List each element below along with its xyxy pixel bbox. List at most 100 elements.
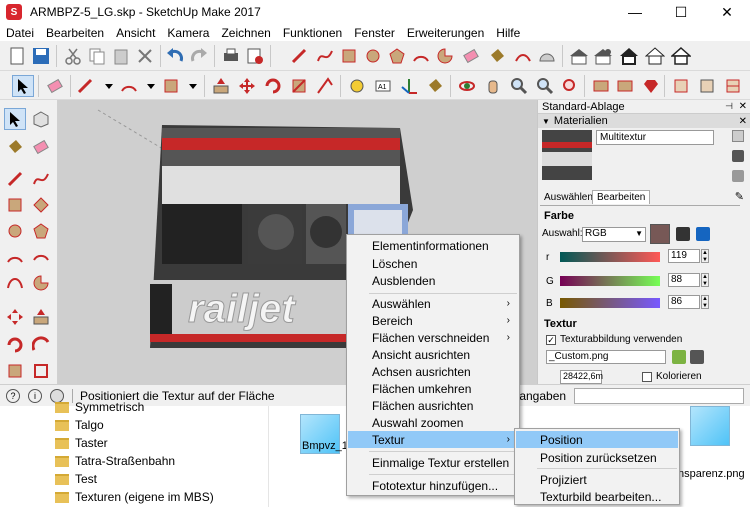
- rotated-rect-tool-icon[interactable]: [30, 194, 52, 216]
- menu-item-flaechen-verschneiden[interactable]: Flächen verschneiden ›: [348, 329, 518, 346]
- menu-item-einmalige-textur[interactable]: Einmalige Textur erstellen: [348, 454, 518, 471]
- rotate-icon[interactable]: [262, 75, 284, 97]
- menu-funktionen[interactable]: Funktionen: [277, 26, 348, 40]
- orbit-icon[interactable]: [456, 75, 478, 97]
- menu-fenster[interactable]: Fenster: [348, 26, 401, 40]
- folder-item[interactable]: Tatra-Straßenbahn: [55, 452, 175, 470]
- share-model-icon[interactable]: [592, 45, 614, 67]
- line-tool-icon[interactable]: [74, 75, 96, 97]
- measurements-input[interactable]: [574, 388, 744, 404]
- r-spinner[interactable]: ▲ ▼: [701, 249, 709, 263]
- folder-item[interactable]: Talgo: [55, 416, 104, 434]
- polygon-tool-icon[interactable]: [30, 220, 52, 242]
- shape-tool-icon[interactable]: [160, 75, 182, 97]
- collapse-arrow-icon[interactable]: ▼: [542, 117, 550, 126]
- section-cut-icon[interactable]: [722, 75, 744, 97]
- tape-measure-icon[interactable]: [346, 75, 368, 97]
- shape-dropdown-icon[interactable]: [182, 75, 204, 97]
- menu-erweiterungen[interactable]: Erweiterungen: [401, 26, 490, 40]
- submenu-item-position-zuruecksetzen[interactable]: Position zurücksetzen: [516, 449, 678, 466]
- three-point-arc-icon[interactable]: [4, 272, 26, 294]
- minimize-button[interactable]: —: [612, 0, 658, 24]
- menu-item-textur[interactable]: Textur ›: [348, 431, 518, 448]
- zoom-icon[interactable]: [508, 75, 530, 97]
- push-pull-icon[interactable]: [210, 75, 232, 97]
- component-icon[interactable]: [30, 108, 52, 130]
- paint-tool-icon[interactable]: [424, 75, 446, 97]
- zoom-extents-icon[interactable]: [558, 75, 580, 97]
- paint-bucket-icon[interactable]: [486, 45, 508, 67]
- menu-item-elementinformationen[interactable]: Elementinformationen: [348, 237, 518, 254]
- menu-ansicht[interactable]: Ansicht: [110, 26, 161, 40]
- section-close-icon[interactable]: ✕: [739, 116, 747, 127]
- b-slider[interactable]: [560, 298, 660, 308]
- offset-tool-icon[interactable]: [30, 360, 52, 382]
- follow-me-icon[interactable]: [30, 334, 52, 356]
- select-arrow-icon[interactable]: [12, 75, 34, 97]
- menu-item-auswahl-zoomen[interactable]: Auswahl zoomen: [348, 414, 518, 431]
- polygon-icon[interactable]: [386, 45, 408, 67]
- menu-item-flaechen-umkehren[interactable]: Flächen umkehren: [348, 380, 518, 397]
- freehand-icon[interactable]: [314, 45, 336, 67]
- menu-datei[interactable]: Datei: [0, 26, 40, 40]
- next-view-icon[interactable]: [614, 75, 636, 97]
- rectangle-icon[interactable]: [338, 45, 360, 67]
- pan-icon[interactable]: [482, 75, 504, 97]
- r-value-field[interactable]: 119: [668, 249, 700, 263]
- material-name-input[interactable]: [596, 130, 714, 145]
- paint-bucket-tool-icon[interactable]: [4, 136, 26, 158]
- text-tool-icon[interactable]: A1: [372, 75, 394, 97]
- tab-auswaehlen[interactable]: Auswählen: [544, 192, 593, 203]
- ruby-icon[interactable]: [640, 75, 662, 97]
- pie-tool-icon[interactable]: [30, 272, 52, 294]
- submenu-item-projiziert[interactable]: Projiziert: [516, 471, 678, 488]
- b-spinner[interactable]: ▲ ▼: [701, 295, 709, 309]
- folder-item[interactable]: Test: [55, 470, 97, 488]
- sample-paint-icon[interactable]: [732, 150, 744, 162]
- menu-item-bereich[interactable]: Bereich ›: [348, 312, 518, 329]
- section-display-icon[interactable]: [696, 75, 718, 97]
- use-texture-checkbox[interactable]: ✓: [546, 335, 556, 345]
- zoom-window-icon[interactable]: [534, 75, 556, 97]
- color-swatch[interactable]: [650, 224, 670, 244]
- section-plane-icon[interactable]: [670, 75, 692, 97]
- home-icon[interactable]: [618, 45, 640, 67]
- scale-tool-icon[interactable]: [4, 360, 26, 382]
- menu-item-loeschen[interactable]: Löschen: [348, 255, 518, 272]
- axes-icon[interactable]: [398, 75, 420, 97]
- pin-icon[interactable]: ⊣: [725, 101, 733, 112]
- folder-item[interactable]: Symmetrisch: [55, 398, 144, 416]
- rotate-tool-icon[interactable]: [4, 334, 26, 356]
- menu-item-ansicht-ausrichten[interactable]: Ansicht ausrichten: [348, 346, 518, 363]
- model-info-icon[interactable]: [244, 45, 266, 67]
- texture-file-field[interactable]: _Custom.png: [546, 350, 666, 364]
- menu-hilfe[interactable]: Hilfe: [490, 26, 526, 40]
- b-value-field[interactable]: 86: [668, 295, 700, 309]
- rectangle-tool-icon[interactable]: [4, 194, 26, 216]
- select-tool-icon[interactable]: [4, 108, 26, 130]
- move-tool-icon[interactable]: [4, 306, 26, 328]
- paste-icon[interactable]: [110, 45, 132, 67]
- print-icon[interactable]: [220, 45, 242, 67]
- file-thumbnail[interactable]: [690, 406, 730, 446]
- texture-width-field[interactable]: 28422,6m: [560, 370, 603, 384]
- dropdown-arrow-icon[interactable]: [98, 75, 120, 97]
- previous-view-icon[interactable]: [590, 75, 612, 97]
- browse-texture-icon[interactable]: [672, 350, 686, 364]
- push-pull-tool-icon[interactable]: [30, 306, 52, 328]
- close-button[interactable]: ✕: [704, 0, 750, 24]
- g-spinner[interactable]: ▲ ▼: [701, 273, 709, 287]
- pie-icon[interactable]: [434, 45, 456, 67]
- warehouse-icon[interactable]: [568, 45, 590, 67]
- colorize-checkbox[interactable]: [642, 372, 652, 382]
- move-icon[interactable]: [236, 75, 258, 97]
- display-secondary-icon[interactable]: [732, 130, 744, 142]
- eraser-tool-left-icon[interactable]: [30, 136, 52, 158]
- arc-tool-icon[interactable]: [118, 75, 140, 97]
- arc-dropdown-icon[interactable]: [140, 75, 162, 97]
- freehand-tool-icon[interactable]: [30, 168, 52, 190]
- copy-icon[interactable]: [86, 45, 108, 67]
- eraser-icon[interactable]: [460, 45, 482, 67]
- new-file-icon[interactable]: [6, 45, 28, 67]
- two-point-arc-icon[interactable]: [30, 246, 52, 268]
